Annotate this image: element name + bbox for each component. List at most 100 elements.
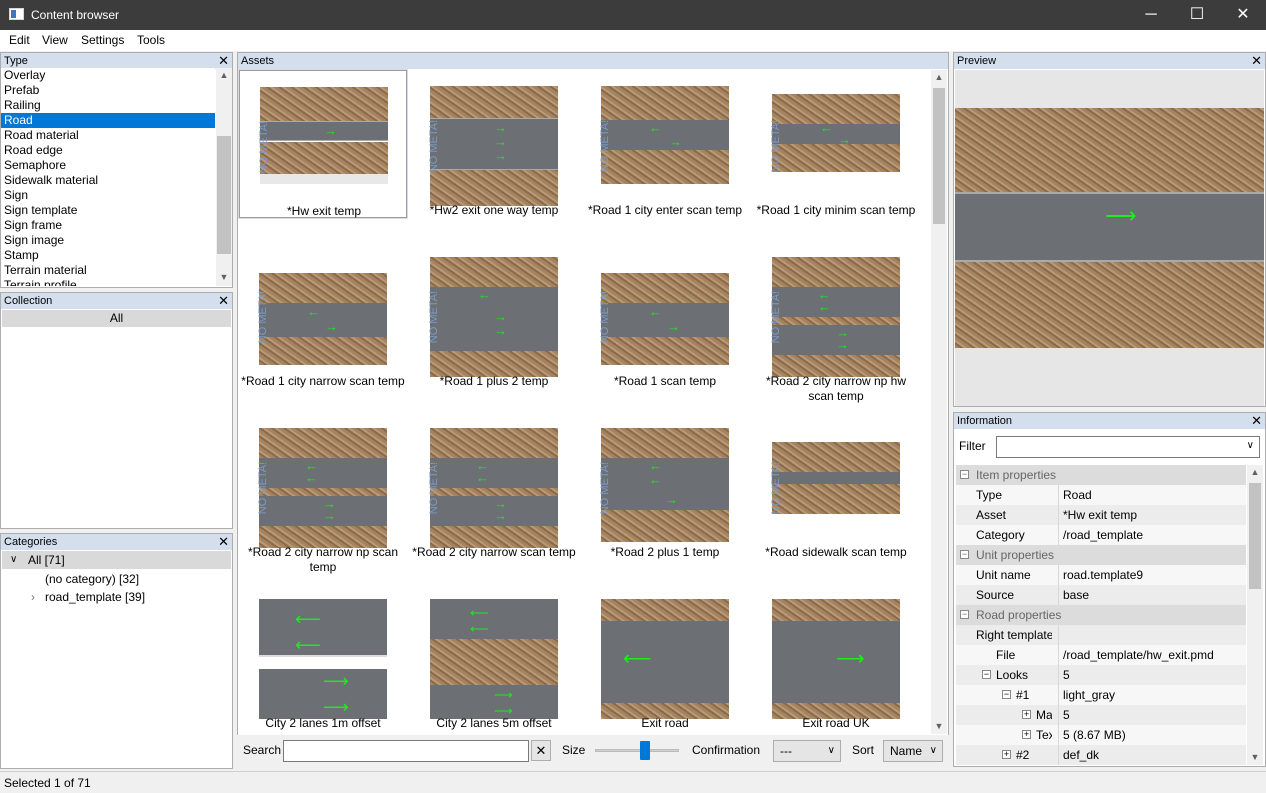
collapse-icon[interactable]: − [960,550,969,559]
collection-item-all[interactable]: All [2,310,231,327]
menu-settings[interactable]: Settings [81,33,124,47]
type-item[interactable]: Stamp [1,248,215,263]
menu-view[interactable]: View [42,33,68,47]
asset-tile[interactable]: → NO META! *Hw exit temp [239,70,407,218]
collapse-icon[interactable]: − [982,670,991,679]
collapse-icon[interactable]: − [960,470,969,479]
property-row[interactable]: − #1 light_gray [956,685,1246,705]
scroll-down-icon[interactable]: ▼ [1247,752,1263,762]
collapse-icon[interactable]: − [960,610,969,619]
type-item[interactable]: Semaphore [1,158,215,173]
type-item[interactable]: Overlay [1,68,215,83]
asset-tile[interactable]: ← ← → NO META! *Road 2 plus 1 temp [581,412,749,560]
expand-icon[interactable]: + [1022,710,1031,719]
property-section[interactable]: − Unit properties [956,545,1246,565]
sort-select[interactable]: Name ∨ [883,740,943,762]
type-item[interactable]: Sign [1,188,215,203]
property-section[interactable]: − Road properties [956,605,1246,625]
asset-tile[interactable]: ⟶ Exit road UK [752,583,920,731]
category-root[interactable]: ∨ All [71] [2,551,231,569]
arrow-right-icon: → [836,337,849,352]
close-icon[interactable]: ✕ [218,293,229,309]
type-item[interactable]: Road material [1,128,215,143]
asset-tile[interactable]: → → → NO META! *Hw2 exit one way temp [410,70,578,218]
asset-tile[interactable]: ← → NO META! *Road 1 city enter scan tem… [581,70,749,218]
property-row[interactable]: Unit name road.template9 [956,565,1246,585]
asset-tile[interactable]: ← ← → → NO META! *Road 2 city narrow sca… [410,412,578,560]
property-row[interactable]: − Looks 5 [956,665,1246,685]
scroll-up-icon[interactable]: ▲ [931,72,947,82]
scroll-thumb[interactable] [933,88,945,224]
property-section[interactable]: − Item properties [956,465,1246,485]
asset-name: Exit road [641,716,689,730]
type-item[interactable]: Terrain material [1,263,215,278]
expand-icon[interactable]: + [1002,750,1011,759]
assets-scrollbar[interactable]: ▲ ▼ [931,70,947,734]
chevron-down-icon[interactable]: ∨ [10,551,17,569]
search-input[interactable] [283,740,529,762]
asset-tile[interactable]: ← → NO META! *Road 1 city minim scan tem… [752,70,920,218]
collapse-icon[interactable]: − [1002,690,1011,699]
scroll-thumb[interactable] [1249,483,1261,589]
type-item[interactable]: Sidewalk material [1,173,215,188]
menu-edit[interactable]: Edit [9,33,30,47]
property-row[interactable]: File/road_template/hw_exit.pmd [956,645,1246,665]
asset-name: *Road 1 city enter scan temp [587,203,743,217]
category-item[interactable]: (no category) [32] [45,570,139,588]
minimize-button[interactable]: ─ [1128,0,1174,30]
asset-tile[interactable]: ⟵ ⟵ ⟶ ⟶ City 2 lanes 5m offset [410,583,578,731]
close-icon[interactable]: ✕ [218,534,229,550]
chevron-right-icon[interactable]: › [31,588,35,606]
information-panel-title: Information [957,415,1013,427]
asset-tile[interactable]: ⟵ ⟵ ⟶ ⟶ City 2 lanes 1m offset [239,583,407,731]
clear-search-button[interactable]: ✕ [531,740,551,761]
asset-tile[interactable]: ← → → NO META! *Road 1 plus 2 temp [410,241,578,389]
category-root-label: All [71] [28,553,65,567]
property-row[interactable]: Source base [956,585,1246,605]
filter-combo[interactable]: ∨ [996,436,1260,458]
confirmation-select[interactable]: --- ∨ [773,740,841,762]
size-slider[interactable] [595,741,679,760]
close-icon[interactable]: ✕ [1251,413,1262,429]
property-row[interactable]: Right template [956,625,1246,645]
asset-tile[interactable]: ← → NO META! *Road 1 city narrow scan te… [239,241,407,389]
property-key: #2 [1016,748,1030,762]
type-item-selected[interactable]: Road [1,113,215,128]
no-meta-label: NO META! [599,290,611,344]
asset-tile[interactable]: ← ← → → NO META! *Road 2 city narrow np … [752,241,920,403]
close-button[interactable]: ✕ [1220,0,1266,30]
type-item[interactable]: Sign template [1,203,215,218]
asset-tile[interactable]: NO META! *Road sidewalk scan temp [752,412,920,560]
info-scrollbar[interactable]: ▲ ▼ [1247,465,1263,765]
asset-tile[interactable]: ← ← → → NO META! *Road 2 city narrow np … [239,412,407,574]
property-row[interactable]: Asset *Hw exit temp [956,505,1246,525]
type-scrollbar[interactable]: ▲ ▼ [216,68,232,286]
type-item[interactable]: Sign frame [1,218,215,233]
type-item[interactable]: Railing [1,98,215,113]
maximize-button[interactable]: ☐ [1174,0,1220,30]
asset-tile[interactable]: ⟵ Exit road [581,583,749,731]
type-item[interactable]: Road edge [1,143,215,158]
scroll-up-icon[interactable]: ▲ [1247,467,1263,477]
scroll-down-icon[interactable]: ▼ [216,272,232,282]
property-row[interactable]: + #2 def_dk [956,745,1246,765]
asset-tile[interactable]: ← → NO META! *Road 1 scan temp [581,241,749,389]
arrow-right-icon: → [494,148,507,163]
category-item[interactable]: road_template [39] [45,588,145,606]
type-item[interactable]: Prefab [1,83,215,98]
scroll-up-icon[interactable]: ▲ [216,70,232,80]
close-icon[interactable]: ✕ [1251,53,1262,69]
property-row[interactable]: + Tex 5 (8.67 MB) [956,725,1246,745]
type-item[interactable]: Terrain profile [1,278,215,286]
menu-tools[interactable]: Tools [137,33,165,47]
scroll-thumb[interactable] [217,136,231,254]
size-slider-handle[interactable] [640,741,650,760]
close-icon[interactable]: ✕ [218,53,229,69]
property-row[interactable]: Type Road [956,485,1246,505]
property-row[interactable]: + Mat 5 [956,705,1246,725]
scroll-down-icon[interactable]: ▼ [931,721,947,731]
type-item[interactable]: Sign image [1,233,215,248]
expand-icon[interactable]: + [1022,730,1031,739]
arrow-left-icon: ← [307,304,320,319]
property-row[interactable]: Category/road_template [956,525,1246,545]
